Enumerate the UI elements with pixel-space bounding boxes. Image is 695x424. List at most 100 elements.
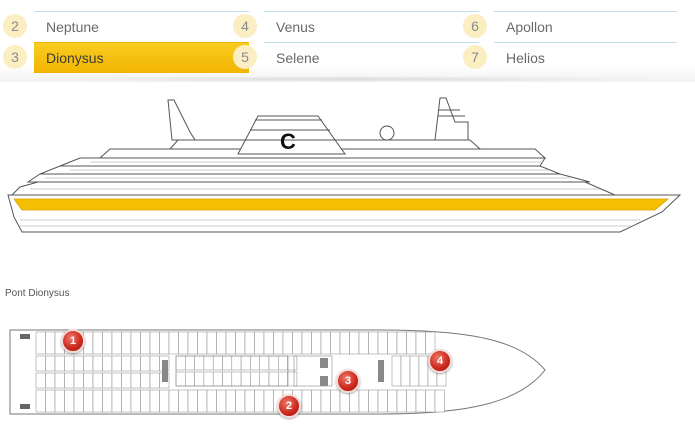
cabin-cell[interactable] — [83, 331, 94, 355]
cabin-cell[interactable] — [240, 371, 251, 387]
cabin-cell[interactable] — [121, 355, 132, 372]
cabin-cell[interactable] — [111, 389, 122, 413]
cabin-cell[interactable] — [35, 389, 46, 413]
cabin-cell[interactable] — [349, 389, 360, 413]
cabin-cell[interactable] — [168, 331, 179, 355]
cabin-cell[interactable] — [92, 331, 103, 355]
cabin-cell[interactable] — [64, 355, 75, 372]
cabin-cell[interactable] — [259, 371, 270, 387]
cabin-cell[interactable] — [254, 331, 265, 355]
cabin-cell[interactable] — [400, 355, 411, 387]
cabin-cell[interactable] — [418, 355, 429, 387]
marker-1[interactable]: 1 — [61, 329, 85, 353]
cabin-cell[interactable] — [206, 331, 217, 355]
cabin-cell[interactable] — [83, 355, 94, 372]
cabin-cell[interactable] — [231, 355, 242, 371]
cabin-cell[interactable] — [225, 389, 236, 413]
cabin-cell[interactable] — [130, 331, 141, 355]
cabin-cell[interactable] — [368, 331, 379, 355]
cabin-cell[interactable] — [111, 355, 122, 372]
cabin-cell[interactable] — [225, 331, 236, 355]
cabin-cell[interactable] — [111, 331, 122, 355]
cabin-cell[interactable] — [45, 372, 56, 389]
cabin-cell[interactable] — [175, 371, 186, 387]
cabin-cell[interactable] — [64, 389, 75, 413]
cabin-cell[interactable] — [287, 371, 298, 387]
cabin-cell[interactable] — [311, 389, 322, 413]
cabin-cell[interactable] — [250, 355, 260, 371]
cabin-cell[interactable] — [231, 371, 242, 387]
cabin-cell[interactable] — [406, 389, 417, 413]
cabin-cell[interactable] — [287, 355, 298, 371]
cabin-cell[interactable] — [250, 371, 260, 387]
cabin-cell[interactable] — [102, 372, 113, 389]
cabin-cell[interactable] — [358, 331, 369, 355]
cabin-cell[interactable] — [194, 355, 205, 371]
cabin-cell[interactable] — [349, 331, 360, 355]
deck-item-helios[interactable]: 7 Helios — [463, 42, 677, 72]
deck-item-neptune[interactable]: 2 Neptune — [3, 11, 249, 41]
cabin-cell[interactable] — [212, 371, 223, 387]
cabin-cell[interactable] — [222, 371, 233, 387]
cabin-cell[interactable] — [263, 389, 274, 413]
cabin-cell[interactable] — [368, 389, 379, 413]
cabin-cell[interactable] — [216, 389, 227, 413]
cabin-cell[interactable] — [35, 331, 46, 355]
cabin-cell[interactable] — [45, 355, 56, 372]
cabin-cell[interactable] — [149, 372, 160, 389]
cabin-cell[interactable] — [330, 331, 341, 355]
cabin-cell[interactable] — [92, 355, 103, 372]
cabin-cell[interactable] — [301, 331, 312, 355]
cabin-cell[interactable] — [206, 389, 217, 413]
cabin-cell[interactable] — [140, 389, 151, 413]
cabin-cell[interactable] — [111, 372, 122, 389]
cabin-cell[interactable] — [235, 389, 246, 413]
cabin-cell[interactable] — [278, 355, 288, 371]
deck-item-dionysus[interactable]: 3 Dionysus — [3, 42, 249, 73]
cabin-cell[interactable] — [235, 331, 246, 355]
cabin-cell[interactable] — [149, 389, 160, 413]
cabin-cell[interactable] — [387, 389, 398, 413]
cabin-cell[interactable] — [130, 372, 141, 389]
cabin-cell[interactable] — [83, 389, 94, 413]
cabin-cell[interactable] — [387, 331, 398, 355]
cabin-cell[interactable] — [268, 355, 279, 371]
cabin-cell[interactable] — [339, 331, 350, 355]
cabin-cell[interactable] — [45, 389, 56, 413]
cabin-cell[interactable] — [54, 389, 65, 413]
cabin-cell[interactable] — [92, 372, 103, 389]
cabin-cell[interactable] — [244, 331, 255, 355]
cabin-cell[interactable] — [203, 371, 214, 387]
cabin-cell[interactable] — [377, 389, 388, 413]
cabin-cell[interactable] — [197, 389, 208, 413]
cabin-cell[interactable] — [301, 389, 312, 413]
cabin-cell[interactable] — [377, 331, 388, 355]
cabin-cell[interactable] — [35, 355, 46, 372]
cabin-cell[interactable] — [194, 371, 205, 387]
cabin-cell[interactable] — [178, 331, 189, 355]
cabin-cell[interactable] — [434, 389, 445, 413]
cabin-cell[interactable] — [415, 331, 426, 355]
cabin-cell[interactable] — [159, 389, 170, 413]
cabin-cell[interactable] — [254, 389, 265, 413]
marker-3[interactable]: 3 — [336, 369, 360, 393]
cabin-cell[interactable] — [54, 372, 65, 389]
marker-4[interactable]: 4 — [428, 349, 452, 373]
cabin-cell[interactable] — [159, 331, 170, 355]
deck-item-venus[interactable]: 4 Venus — [233, 11, 479, 41]
cabin-cell[interactable] — [35, 372, 46, 389]
cabin-cell[interactable] — [263, 331, 274, 355]
cabin-cell[interactable] — [320, 331, 331, 355]
cabin-cell[interactable] — [268, 371, 279, 387]
cabin-cell[interactable] — [259, 355, 270, 371]
cabin-cell[interactable] — [197, 331, 208, 355]
cabin-cell[interactable] — [73, 389, 84, 413]
cabin-cell[interactable] — [311, 331, 322, 355]
cabin-cell[interactable] — [102, 389, 113, 413]
cabin-cell[interactable] — [121, 331, 132, 355]
cabin-cell[interactable] — [212, 355, 223, 371]
cabin-cell[interactable] — [185, 355, 195, 371]
cabin-cell[interactable] — [292, 331, 303, 355]
cabin-cell[interactable] — [409, 355, 420, 387]
cabin-cell[interactable] — [406, 331, 417, 355]
